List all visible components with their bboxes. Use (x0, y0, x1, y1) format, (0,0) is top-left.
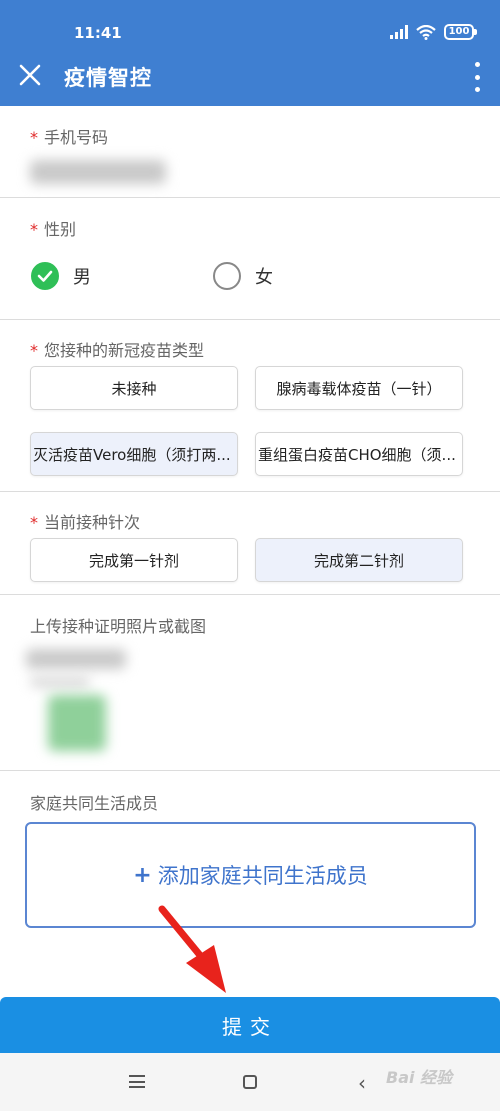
gender-option-label: 男 (73, 267, 91, 288)
app-header: 11:41 100 疫情智控 (0, 0, 500, 106)
upload-section: 上传接种证明照片或截图 (0, 595, 500, 771)
gender-section: * 性别 男 女 (0, 198, 500, 320)
gender-option-female[interactable]: 女 (213, 262, 273, 290)
arrow-annotation-icon (158, 905, 226, 993)
gender-option-male[interactable]: 男 (31, 262, 91, 290)
upload-meta-blurred (30, 677, 90, 687)
gender-label: * 性别 (30, 220, 77, 239)
gender-option-label: 女 (255, 267, 273, 288)
vaccine-option-inactivated[interactable]: 灭活疫苗Vero细胞（须打两... (30, 432, 238, 476)
add-family-member-label: 添加家庭共同生活成员 (157, 864, 368, 888)
dose-label: * 当前接种针次 (30, 513, 141, 532)
upload-label: 上传接种证明照片或截图 (30, 617, 207, 636)
more-vert-icon[interactable] (472, 62, 482, 92)
vaccine-option-recombinant[interactable]: 重组蛋白疫苗CHO细胞（须... (255, 432, 463, 476)
check-icon (31, 262, 59, 290)
wifi-icon (416, 24, 436, 40)
close-icon[interactable] (17, 62, 43, 88)
radio-empty-icon (213, 262, 241, 290)
upload-thumbnail[interactable] (48, 695, 106, 751)
page-title: 疫情智控 (64, 66, 152, 90)
dose-section: * 当前接种针次 完成第一针剂 完成第二针剂 (0, 492, 500, 595)
family-label: 家庭共同生活成员 (30, 794, 159, 813)
phone-label: * 手机号码 (30, 128, 109, 147)
vaccine-type-label: * 您接种的新冠疫苗类型 (30, 341, 205, 360)
upload-filename-blurred (26, 649, 126, 669)
dose-option-second[interactable]: 完成第二针剂 (255, 538, 463, 582)
plus-icon: + (133, 862, 152, 888)
menu-icon[interactable] (129, 1075, 145, 1088)
phone-value-blurred[interactable] (30, 160, 166, 184)
phone-section: * 手机号码 (0, 106, 500, 198)
add-family-member-button[interactable]: + 添加家庭共同生活成员 (25, 822, 476, 928)
vaccine-option-adenovirus[interactable]: 腺病毒载体疫苗（一针） (255, 366, 463, 410)
chevron-left-icon[interactable]: ‹ (358, 1071, 366, 1095)
vaccine-option-none[interactable]: 未接种 (30, 366, 238, 410)
status-icons: 100 (390, 24, 477, 40)
signal-icon (390, 25, 408, 39)
home-icon[interactable] (243, 1075, 257, 1089)
status-time: 11:41 (74, 24, 122, 42)
battery-icon: 100 (444, 24, 477, 40)
submit-button[interactable]: 提交 (0, 997, 500, 1053)
watermark: Bai 经验 (386, 1068, 453, 1087)
dose-option-first[interactable]: 完成第一针剂 (30, 538, 238, 582)
vaccine-type-section: * 您接种的新冠疫苗类型 未接种 腺病毒载体疫苗（一针） 灭活疫苗Vero细胞（须… (0, 320, 500, 492)
